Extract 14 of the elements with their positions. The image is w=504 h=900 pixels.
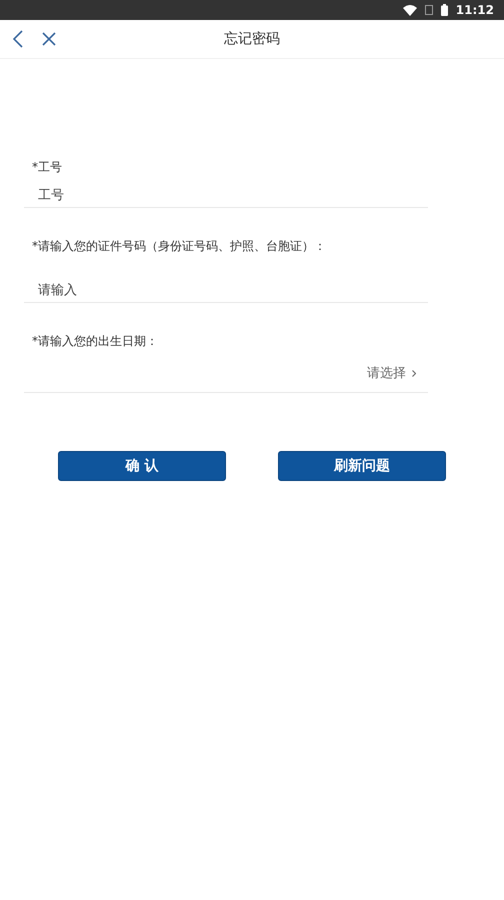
- refresh-button[interactable]: 刷新问题: [278, 451, 446, 481]
- date-select[interactable]: 请选择: [367, 350, 428, 392]
- confirm-button[interactable]: 确 认: [58, 451, 226, 481]
- field-label: *请输入您的出生日期：: [32, 333, 158, 350]
- battery-icon: [440, 4, 448, 16]
- back-icon[interactable]: [12, 30, 24, 48]
- status-time: 11:12: [456, 3, 494, 17]
- wifi-icon: [402, 4, 417, 16]
- chevron-icon: [412, 370, 416, 377]
- close-icon[interactable]: [42, 32, 56, 46]
- sim-icon: [424, 5, 433, 15]
- field-label: *请输入您的证件号码（身份证号码、护照、台胞证）：: [32, 238, 326, 255]
- field-label: *工号: [32, 159, 62, 176]
- page-title: 忘记密码: [224, 30, 280, 48]
